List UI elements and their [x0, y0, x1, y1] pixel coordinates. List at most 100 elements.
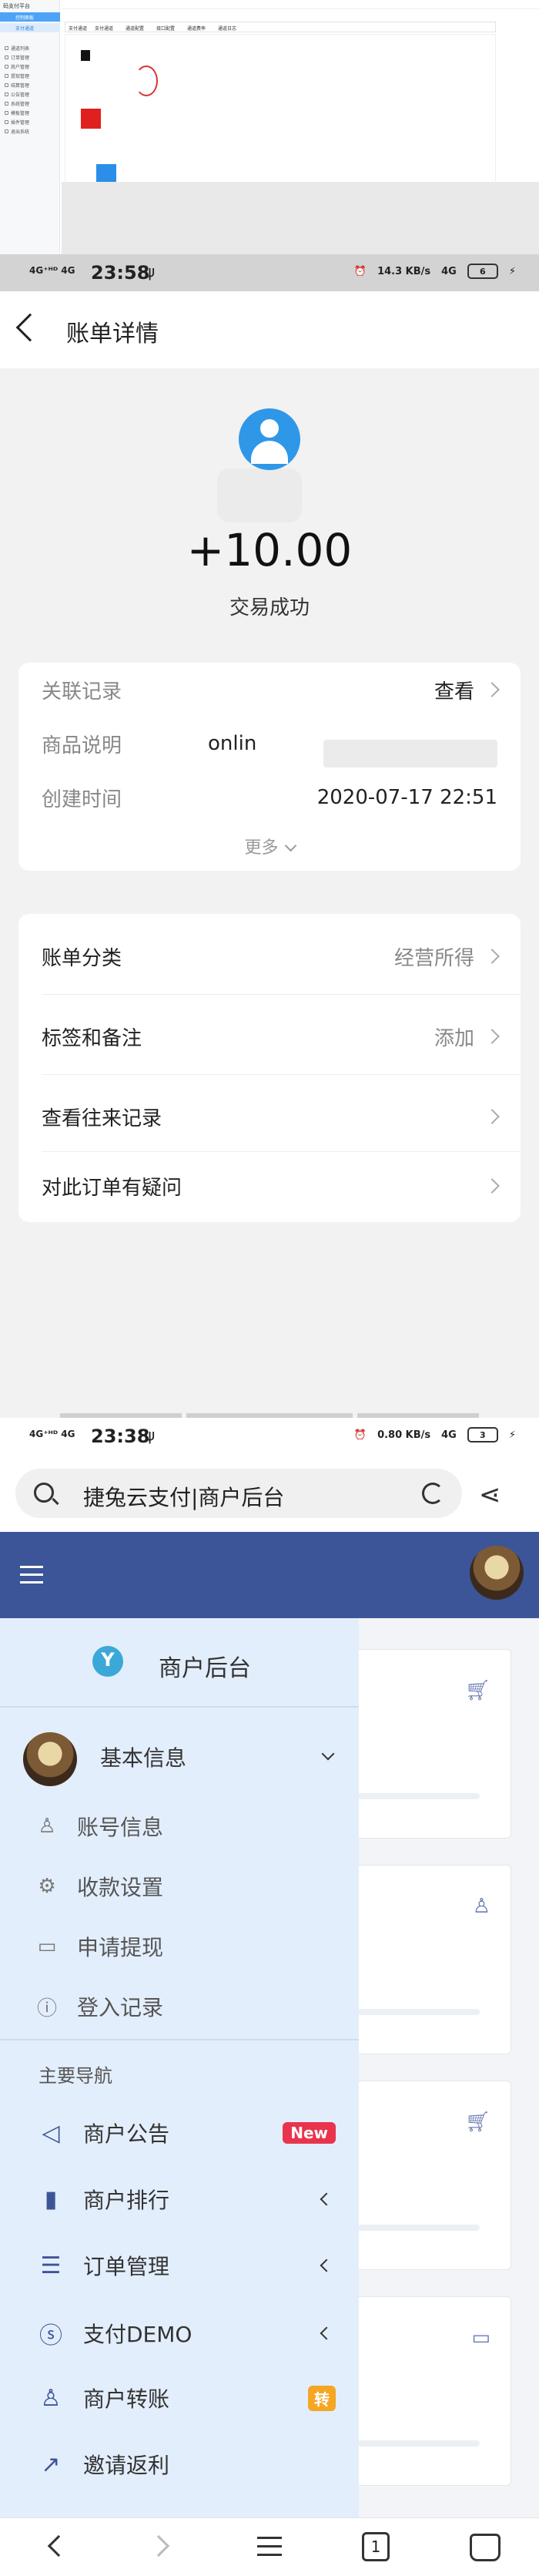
back-icon[interactable] — [47, 2534, 70, 2558]
product-desc-label: 商品说明 — [42, 734, 122, 757]
divider — [0, 2039, 359, 2040]
create-time-label: 创建时间 — [42, 788, 122, 811]
menu-icon — [5, 120, 8, 124]
skype-icon: ⓢ — [39, 2322, 62, 2349]
related-record-row[interactable]: 关联记录 查看 — [42, 663, 500, 717]
menu-icon — [5, 65, 8, 69]
nav-item-payment-demo[interactable]: ⓢ 支付DEMO — [35, 2316, 336, 2350]
related-record-value: 查看 — [434, 680, 474, 704]
create-time-row: 创建时间 2020-07-17 22:51 — [42, 771, 497, 825]
section-label: 主要导航 — [38, 2065, 112, 2087]
sidebar-item[interactable]: 系统管理 — [5, 100, 29, 107]
tab[interactable]: 支付通道 — [69, 25, 87, 32]
nav-item-ranking[interactable]: ▮ 商户排行 — [35, 2184, 336, 2215]
forward-icon[interactable] — [147, 2534, 170, 2558]
sidebar-item[interactable]: 提现管理 — [5, 72, 29, 79]
hamburger-icon[interactable] — [20, 1566, 43, 1589]
sidebar-item[interactable]: 退出系统 — [5, 128, 29, 135]
create-time-value: 2020-07-17 22:51 — [316, 786, 497, 809]
transfer-badge: 转 — [308, 2385, 336, 2411]
home-icon[interactable] — [470, 2534, 500, 2561]
dashboard-card: ♙ — [342, 1865, 511, 2054]
reload-icon[interactable] — [422, 1483, 444, 1504]
redacted-area — [217, 469, 302, 522]
info-card: 关联记录 查看 商品说明 onlin 创建时间 2020-07-17 22:51… — [18, 663, 521, 871]
status-bar: 4G⁺ᴴᴰ 4G 23:58 ψ ⏰ 14.3 KB/s 4G 6 ⚡ — [0, 254, 539, 291]
nav-item-label: 邀请返利 — [83, 2453, 170, 2478]
sidebar-item[interactable]: 通道列表 — [5, 45, 29, 52]
drawer-title: 商户后台 — [159, 1655, 251, 1682]
status-bar: 4G⁺ᴴᴰ 4G 23:38 ψ ⏰ 0.80 KB/s 4G 3 ⚡ — [0, 1418, 539, 1455]
tab[interactable]: 通道日志 — [218, 25, 236, 32]
gray-area — [62, 182, 539, 254]
sidebar-item-label: 商户管理 — [11, 65, 30, 70]
progress-bar — [358, 2009, 480, 2015]
bill-category-value: 经营所得 — [393, 946, 474, 970]
progress-bar — [358, 2225, 480, 2231]
battery-level: 3 — [480, 1429, 486, 1440]
menu-item-payment-settings[interactable]: ⚙ 收款设置 — [35, 1871, 163, 1902]
bill-detail-screen: 4G⁺ᴴᴰ 4G 23:58 ψ ⏰ 14.3 KB/s 4G 6 ⚡ 账单详情… — [0, 254, 539, 1418]
menu-item-login-log[interactable]: ⓘ 登入记录 — [35, 1991, 163, 2022]
tab[interactable]: 接口配置 — [156, 25, 175, 32]
sidebar-active-label[interactable]: 控制面板 — [15, 14, 34, 21]
more-button[interactable]: 更多 — [18, 834, 521, 858]
signal-text: 4G⁺ᴴᴰ 4G — [29, 1429, 75, 1439]
back-icon[interactable] — [15, 313, 45, 342]
tabs-button[interactable]: 1 — [362, 2532, 390, 2561]
menu-icon — [5, 92, 8, 96]
speaker-icon: ◁ — [42, 2119, 60, 2147]
sidebar-item-label: 公告管理 — [11, 92, 30, 98]
tag-note-row[interactable]: 标签和备注 添加 — [42, 1009, 500, 1063]
basic-info-toggle[interactable]: 基本信息 — [100, 1741, 186, 1772]
menu-item-label: 登入记录 — [77, 1995, 164, 2020]
clock: 23:38 — [91, 1426, 150, 1447]
tab[interactable]: 通道费率 — [187, 25, 206, 32]
more-label: 更多 — [244, 838, 279, 858]
share-icon[interactable]: ⋖ — [479, 1479, 501, 1510]
chevron-down-icon[interactable] — [321, 1747, 335, 1761]
header-avatar[interactable] — [470, 1546, 524, 1600]
menu-item-withdraw[interactable]: ▭ 申请提现 — [35, 1931, 163, 1962]
nav-item-rebate[interactable]: ↗ 邀请返利 — [35, 2449, 336, 2480]
chevron-left-icon — [320, 2192, 333, 2206]
red-mark — [81, 109, 101, 129]
history-row[interactable]: 查看往来记录 — [42, 1090, 500, 1144]
sidebar-item[interactable]: 公告管理 — [5, 91, 29, 98]
nav-bar: 账单详情 — [0, 291, 539, 368]
sidebar-item-label: 通道列表 — [11, 46, 30, 52]
sidebar-subactive-label[interactable]: 支付通道 — [15, 25, 34, 32]
user-avatar — [23, 1732, 77, 1786]
tab[interactable]: 通道配置 — [126, 25, 144, 32]
tab[interactable]: 支付通道 — [95, 25, 113, 32]
charging-icon: ⚡ — [508, 265, 516, 277]
sidebar-item-label: 插件管理 — [11, 120, 30, 126]
admin-tabbar: 支付通道 支付通道 通道配置 接口配置 通道费率 通道日志 — [65, 22, 496, 32]
sidebar-item[interactable]: 订单管理 — [5, 54, 29, 61]
alarm-icon: ⏰ — [353, 1429, 367, 1441]
question-row[interactable]: 对此订单有疑问 — [42, 1159, 500, 1213]
list-icon: ☰ — [40, 2252, 62, 2279]
clock: 23:58 — [91, 262, 150, 284]
menu-icon[interactable] — [257, 2537, 282, 2562]
gear-icon: ⚙ — [38, 1875, 56, 1898]
bill-category-row[interactable]: 账单分类 经营所得 — [42, 929, 500, 983]
sidebar-item[interactable]: 模板管理 — [5, 109, 29, 116]
user-icon: ♙ — [472, 1895, 490, 1918]
sidebar-item[interactable]: 插件管理 — [5, 119, 29, 126]
sidebar-item-label: 退出系统 — [11, 129, 30, 135]
net-speed: 14.3 KB/s — [377, 265, 431, 277]
folder-icon: ▭ — [37, 1935, 57, 1958]
nav-item-orders[interactable]: ☰ 订单管理 — [35, 2250, 336, 2281]
nav-item-announcement[interactable]: ◁ 商户公告 New — [35, 2118, 336, 2148]
menu-icon — [5, 111, 8, 115]
nav-item-label: 订单管理 — [83, 2254, 170, 2279]
merchant-backend-screen: 4G⁺ᴴᴰ 4G 23:38 ψ ⏰ 0.80 KB/s 4G 3 ⚡ 捷兔云支… — [0, 1418, 539, 2576]
related-record-label: 关联记录 — [42, 680, 122, 704]
sidebar-item[interactable]: 结算管理 — [5, 82, 29, 89]
sidebar-item[interactable]: 商户管理 — [5, 63, 29, 70]
menu-item-account[interactable]: ♙ 账号信息 — [35, 1811, 163, 1842]
url-input[interactable]: 捷兔云支付|商户后台 — [15, 1469, 462, 1518]
nav-item-transfer[interactable]: ♙ 商户转账 转 — [35, 2383, 336, 2413]
menu-icon — [5, 55, 8, 59]
